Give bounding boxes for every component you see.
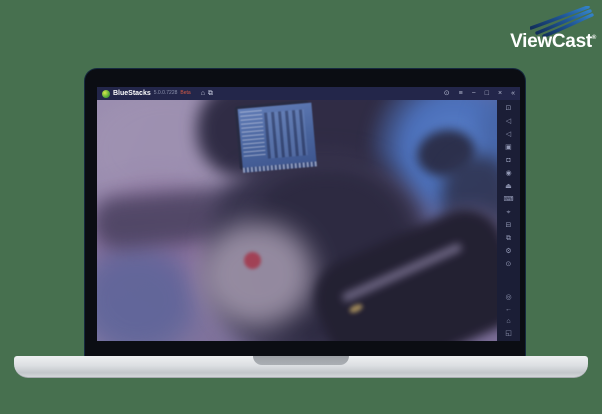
video-stream: [97, 100, 497, 341]
page-background: ViewCast® BlueStacks 5.0.0.7228 Beta ⌂ ⧉…: [0, 0, 602, 414]
registered-trademark: ®: [591, 35, 596, 41]
bluestacks-body: ⊡ ◁ ◁ ▣ ◘ ◉ ⏏ ⌨ ⌖ ⊟ ⧉ ⚙ ⊙ ◎ ← ⌂ ◱: [97, 100, 520, 341]
game-controls-icon[interactable]: ⌨: [503, 196, 513, 203]
laptop-base: [14, 356, 588, 378]
settings-icon[interactable]: ⚙: [505, 248, 511, 255]
media-manager-icon[interactable]: ⊟: [506, 222, 512, 229]
viewcast-name: ViewCast: [510, 31, 592, 52]
bluestacks-titlebar: BlueStacks 5.0.0.7228 Beta ⌂ ⧉ ⊙ ≡ − □ ×…: [97, 87, 520, 100]
bluestacks-logo-icon: [102, 89, 110, 98]
home-icon[interactable]: ⌂: [201, 90, 205, 97]
location-icon[interactable]: ◉: [505, 170, 511, 177]
home-nav-icon[interactable]: ⌂: [506, 318, 510, 325]
collapse-sidebar-icon[interactable]: «: [511, 90, 515, 97]
laptop-screen: BlueStacks 5.0.0.7228 Beta ⌂ ⧉ ⊙ ≡ − □ ×…: [85, 69, 525, 356]
viewcast-wordmark: ViewCast®: [510, 32, 596, 51]
sidebar-tools-group: ⊡ ◁ ◁ ▣ ◘ ◉ ⏏ ⌨ ⌖ ⊟ ⧉ ⚙ ⊙: [503, 105, 513, 268]
bluestacks-sidebar: ⊡ ◁ ◁ ▣ ◘ ◉ ⏏ ⌨ ⌖ ⊟ ⧉ ⚙ ⊙ ◎ ← ⌂ ◱: [497, 100, 520, 341]
close-icon[interactable]: ×: [498, 90, 502, 97]
menu-icon[interactable]: ≡: [459, 90, 463, 97]
screenshot-icon[interactable]: ▣: [505, 144, 512, 151]
more-icon[interactable]: ⊙: [506, 261, 512, 268]
sidebar-nav-group: ◎ ← ⌂ ◱: [505, 294, 512, 337]
app-version: 5.0.0.7228: [153, 90, 178, 96]
volume-up-icon[interactable]: ◁: [506, 118, 511, 125]
recent-apps-icon[interactable]: ◱: [505, 330, 512, 337]
bluestacks-window: BlueStacks 5.0.0.7228 Beta ⌂ ⧉ ⊙ ≡ − □ ×…: [97, 87, 520, 341]
crosshair-icon[interactable]: ⌖: [507, 209, 511, 216]
beta-badge: Beta: [180, 90, 191, 96]
minimize-icon[interactable]: −: [472, 90, 476, 97]
laptop-notch: [253, 356, 349, 365]
multi-window-icon[interactable]: ⧉: [208, 90, 213, 97]
purple-tint-overlay: [97, 100, 497, 341]
back-icon[interactable]: ←: [505, 306, 512, 313]
viewcast-logo: ViewCast®: [466, 5, 596, 51]
macro-recorder-icon[interactable]: ◎: [505, 294, 511, 301]
multi-instance-icon[interactable]: ⧉: [506, 235, 511, 242]
app-title: BlueStacks: [113, 90, 151, 97]
maximize-icon[interactable]: □: [485, 90, 489, 97]
volume-down-icon[interactable]: ◁: [506, 131, 511, 138]
power-icon[interactable]: ⊙: [444, 90, 450, 97]
shake-icon[interactable]: ⏏: [505, 183, 512, 190]
screen-recorder-icon[interactable]: ◘: [506, 157, 510, 164]
fullscreen-icon[interactable]: ⊡: [506, 105, 512, 112]
